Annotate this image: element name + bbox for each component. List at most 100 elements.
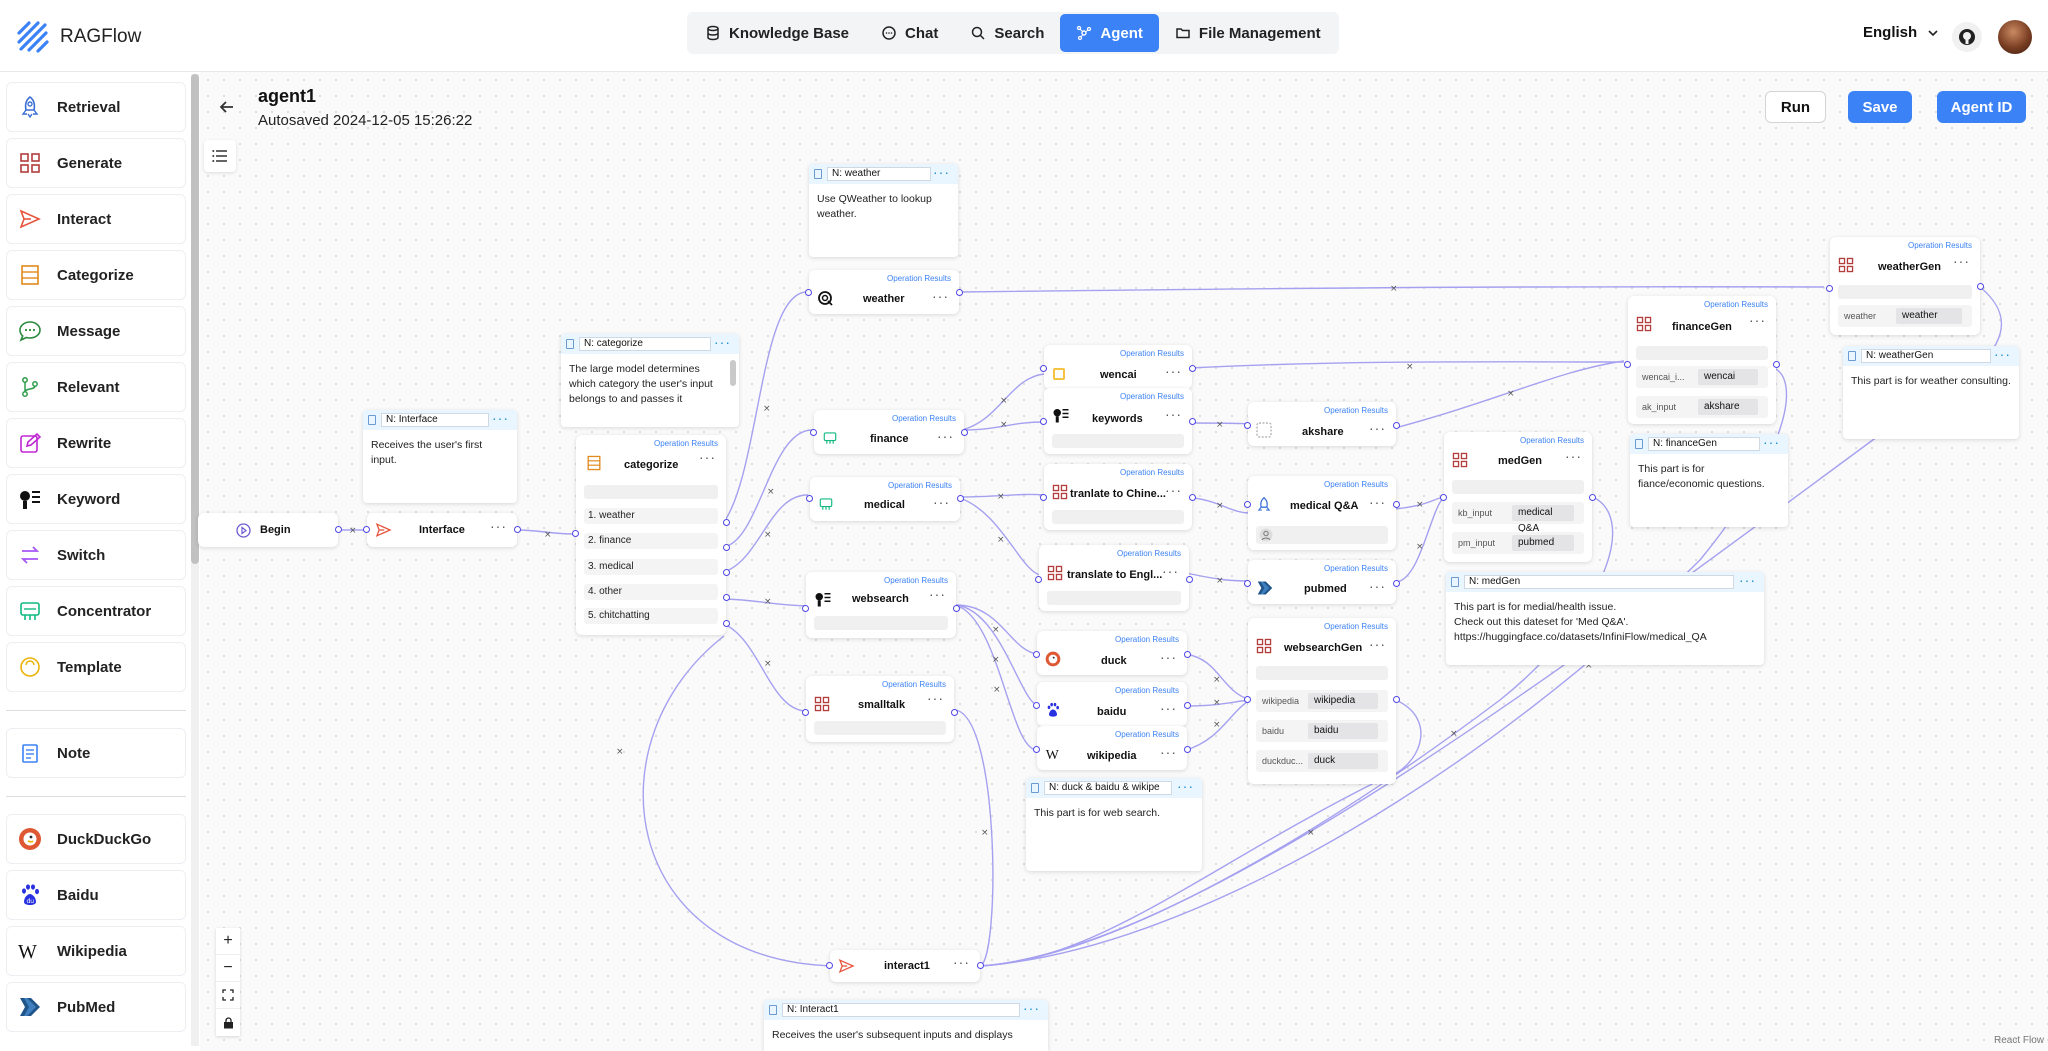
note-interface[interactable]: N: Interface ··· Receives the user's fir… (363, 410, 517, 503)
node-handle[interactable] (961, 429, 968, 436)
node-handle[interactable] (1826, 285, 1833, 292)
more-icon[interactable]: ··· (1369, 578, 1386, 594)
node-weather[interactable]: Operation Results weather ··· (805, 270, 963, 314)
lock-icon[interactable] (216, 1009, 240, 1036)
node-handle[interactable] (1189, 365, 1196, 372)
list-toggle-button[interactable] (204, 140, 236, 172)
more-icon[interactable]: ··· (490, 518, 507, 534)
more-icon[interactable]: ··· (953, 954, 970, 970)
more-icon[interactable]: ··· (1994, 346, 2011, 362)
more-icon[interactable]: ··· (1160, 700, 1177, 716)
note-categorize[interactable]: N: categorize ··· The large model determ… (561, 334, 739, 427)
node-handle[interactable] (1244, 696, 1251, 703)
more-icon[interactable]: ··· (1369, 636, 1386, 652)
more-icon[interactable]: ··· (933, 164, 950, 180)
more-icon[interactable]: ··· (1162, 563, 1179, 579)
more-icon[interactable]: ··· (714, 334, 731, 350)
more-icon[interactable]: ··· (699, 449, 716, 465)
node-handle[interactable] (977, 962, 984, 969)
node-finance[interactable]: Operation Results finance ··· (810, 410, 968, 454)
node-handle[interactable] (1189, 418, 1196, 425)
node-handle[interactable] (1977, 283, 1984, 290)
node-handle[interactable] (1040, 494, 1047, 501)
node-websearch[interactable]: Operation Results websearch ··· (802, 572, 960, 638)
node-keywords[interactable]: Operation Results keywords ··· (1040, 388, 1196, 454)
node-handle[interactable] (805, 289, 812, 296)
node-handle[interactable] (723, 569, 730, 576)
node-handle[interactable] (1035, 576, 1042, 583)
node-handle[interactable] (957, 495, 964, 502)
fit-view-icon[interactable] (216, 982, 240, 1009)
note-medgen[interactable]: N: medGen ··· This part is for medial/he… (1446, 572, 1764, 665)
node-handle[interactable] (1040, 418, 1047, 425)
node-financegen[interactable]: Operation Results financeGen ··· wencai_… (1624, 296, 1780, 424)
node-pubmed[interactable]: Operation Results pubmed ··· (1244, 560, 1400, 604)
node-translate-chinese[interactable]: Operation Results tranlate to Chine... ·… (1040, 464, 1196, 530)
save-button[interactable]: Save (1848, 91, 1912, 123)
node-medical[interactable]: Operation Results medical ··· (806, 477, 964, 521)
more-icon[interactable]: ··· (929, 586, 946, 602)
more-icon[interactable]: ··· (1749, 312, 1766, 328)
node-handle[interactable] (1393, 422, 1400, 429)
node-handle[interactable] (572, 530, 579, 537)
note-interact1[interactable]: N: Interact1 ··· Receives the user's sub… (764, 1000, 1048, 1051)
node-begin[interactable]: Begin (198, 513, 342, 547)
more-icon[interactable]: ··· (1160, 744, 1177, 760)
zoom-in-icon[interactable]: + (216, 928, 240, 955)
more-icon[interactable]: ··· (1763, 434, 1780, 450)
run-button[interactable]: Run (1765, 91, 1826, 123)
node-akshare[interactable]: Operation Results akshare ··· (1244, 402, 1400, 446)
node-translate-english[interactable]: Operation Results translate to Engl... ·… (1035, 545, 1193, 611)
note-scrollbar[interactable] (730, 360, 736, 386)
agent-id-button[interactable]: Agent ID (1937, 91, 2026, 123)
node-handle[interactable] (951, 709, 958, 716)
more-icon[interactable]: ··· (1739, 572, 1756, 588)
node-handle[interactable] (723, 544, 730, 551)
node-handle[interactable] (1773, 361, 1780, 368)
note-weathergen[interactable]: N: weatherGen ··· This part is for weath… (1843, 346, 2019, 439)
node-handle[interactable] (1393, 501, 1400, 508)
more-icon[interactable]: ··· (937, 428, 954, 444)
node-handle[interactable] (723, 519, 730, 526)
knowledge-base-selector[interactable] (1256, 526, 1388, 544)
node-handle[interactable] (1589, 494, 1596, 501)
note-name[interactable]: N: Interact1 (782, 1003, 1020, 1017)
more-icon[interactable]: ··· (1565, 448, 1582, 464)
more-icon[interactable]: ··· (1177, 778, 1194, 794)
node-handle[interactable] (363, 526, 370, 533)
node-interact1[interactable]: interact1 ··· (826, 950, 984, 982)
node-handle[interactable] (1440, 494, 1447, 501)
node-handle[interactable] (1033, 746, 1040, 753)
node-duck[interactable]: Operation Results duck ··· (1033, 631, 1191, 675)
more-icon[interactable]: ··· (933, 494, 950, 510)
more-icon[interactable]: ··· (927, 690, 944, 706)
node-handle[interactable] (1184, 651, 1191, 658)
node-smalltalk[interactable]: Operation Results smalltalk ··· (802, 676, 958, 742)
note-name[interactable]: N: weather (827, 167, 931, 181)
node-handle[interactable] (1393, 580, 1400, 587)
node-handle[interactable] (1184, 746, 1191, 753)
node-handle[interactable] (335, 526, 342, 533)
node-handle[interactable] (802, 605, 809, 612)
more-icon[interactable]: ··· (1165, 363, 1182, 379)
more-icon[interactable]: ··· (492, 410, 509, 426)
note-name[interactable]: N: medGen (1464, 575, 1734, 589)
more-icon[interactable]: ··· (1369, 420, 1386, 436)
node-wencai[interactable]: Operation Results wencai ··· (1040, 345, 1196, 389)
note-weather[interactable]: N: weather ··· Use QWeather to lookup we… (809, 164, 958, 257)
node-handle[interactable] (1184, 702, 1191, 709)
more-icon[interactable]: ··· (1160, 649, 1177, 665)
node-handle[interactable] (1244, 422, 1251, 429)
more-icon[interactable]: ··· (932, 288, 949, 304)
node-handle[interactable] (1040, 365, 1047, 372)
node-interface[interactable]: Interface ··· (363, 513, 521, 547)
node-handle[interactable] (723, 594, 730, 601)
node-handle[interactable] (1186, 576, 1193, 583)
node-handle[interactable] (1244, 501, 1251, 508)
more-icon[interactable]: ··· (1369, 494, 1386, 510)
node-websearchgen[interactable]: Operation Results websearchGen ··· wikip… (1244, 618, 1400, 784)
node-categorize[interactable]: Operation Results categorize ··· 1. weat… (572, 435, 730, 635)
react-flow-attribution[interactable]: React Flow (1994, 1035, 2044, 1046)
note-name[interactable]: N: financeGen (1648, 437, 1760, 451)
back-arrow-icon[interactable] (217, 97, 237, 117)
